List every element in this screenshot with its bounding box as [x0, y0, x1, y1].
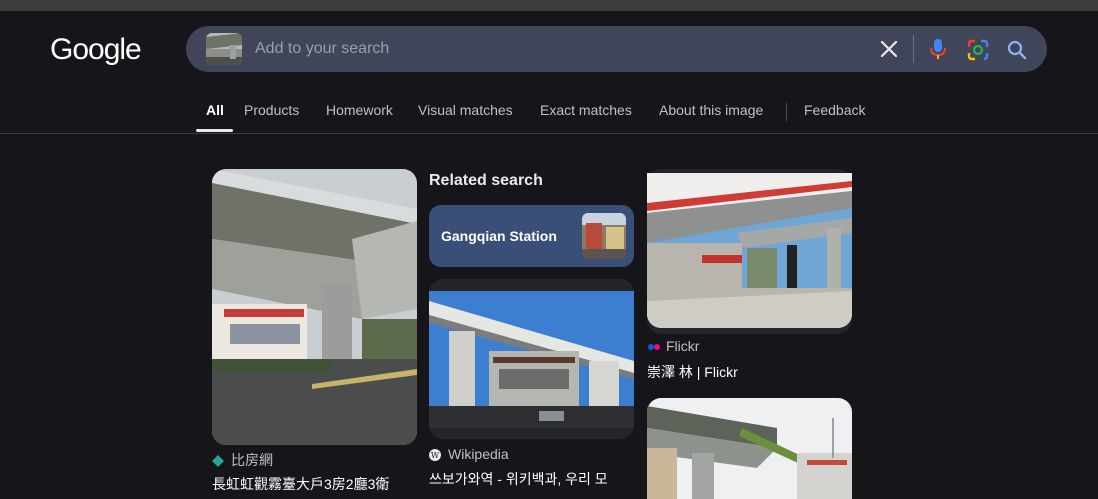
result-image-wikipedia[interactable] — [429, 291, 634, 428]
result-source-label: 比房網 — [231, 452, 273, 468]
google-logo[interactable]: Google — [50, 33, 142, 67]
tab-homework[interactable]: Homework — [326, 102, 393, 118]
result-title-wikipedia[interactable]: 쓰보가와역 - 위키백과, 우리 모 — [429, 469, 634, 489]
microphone-icon[interactable] — [927, 37, 949, 61]
search-icon[interactable] — [1005, 38, 1029, 62]
result-image-station-overpass[interactable] — [647, 398, 852, 499]
result-title-flickr[interactable]: 崇澤 林 | Flickr — [647, 362, 852, 382]
bifang-logo-icon — [212, 454, 224, 467]
tab-feedback[interactable]: Feedback — [804, 102, 865, 118]
search-bar[interactable]: Add to your search — [186, 26, 1047, 72]
result-image-flickr[interactable] — [647, 173, 852, 328]
result-source-label: Wikipedia — [448, 446, 509, 462]
result-source-bifang[interactable]: 比房網 — [212, 450, 273, 470]
tab-separator — [786, 103, 787, 121]
tab-all[interactable]: All — [206, 102, 224, 118]
related-search-thumbnail — [582, 213, 626, 259]
flickr-icon — [647, 340, 660, 352]
wikipedia-icon: W — [429, 448, 441, 461]
tab-products[interactable]: Products — [244, 102, 299, 118]
result-source-flickr[interactable]: Flickr — [647, 338, 699, 354]
result-image-bifang[interactable] — [212, 169, 417, 445]
tab-visual-matches[interactable]: Visual matches — [418, 102, 513, 118]
tabs-divider — [0, 133, 1098, 134]
tab-exact-matches[interactable]: Exact matches — [540, 102, 632, 118]
related-search-label: Gangqian Station — [441, 228, 557, 244]
tab-about-this-image[interactable]: About this image — [659, 102, 763, 118]
browser-top-strip — [0, 0, 1098, 11]
clear-icon[interactable] — [878, 38, 900, 60]
related-search-heading: Related search — [429, 172, 543, 189]
active-tab-indicator — [196, 129, 233, 132]
google-lens-icon[interactable] — [966, 38, 990, 62]
search-input[interactable]: Add to your search — [255, 40, 389, 58]
result-source-wikipedia[interactable]: W Wikipedia — [429, 446, 509, 462]
related-search-chip[interactable]: Gangqian Station — [429, 205, 634, 267]
svg-text:W: W — [431, 451, 440, 460]
search-divider — [913, 35, 914, 63]
search-image-thumbnail[interactable] — [206, 33, 242, 65]
result-source-label: Flickr — [666, 338, 700, 354]
result-title-bifang[interactable]: 長虹虹觀霧臺大戶3房2廳3衛 — [212, 474, 417, 494]
